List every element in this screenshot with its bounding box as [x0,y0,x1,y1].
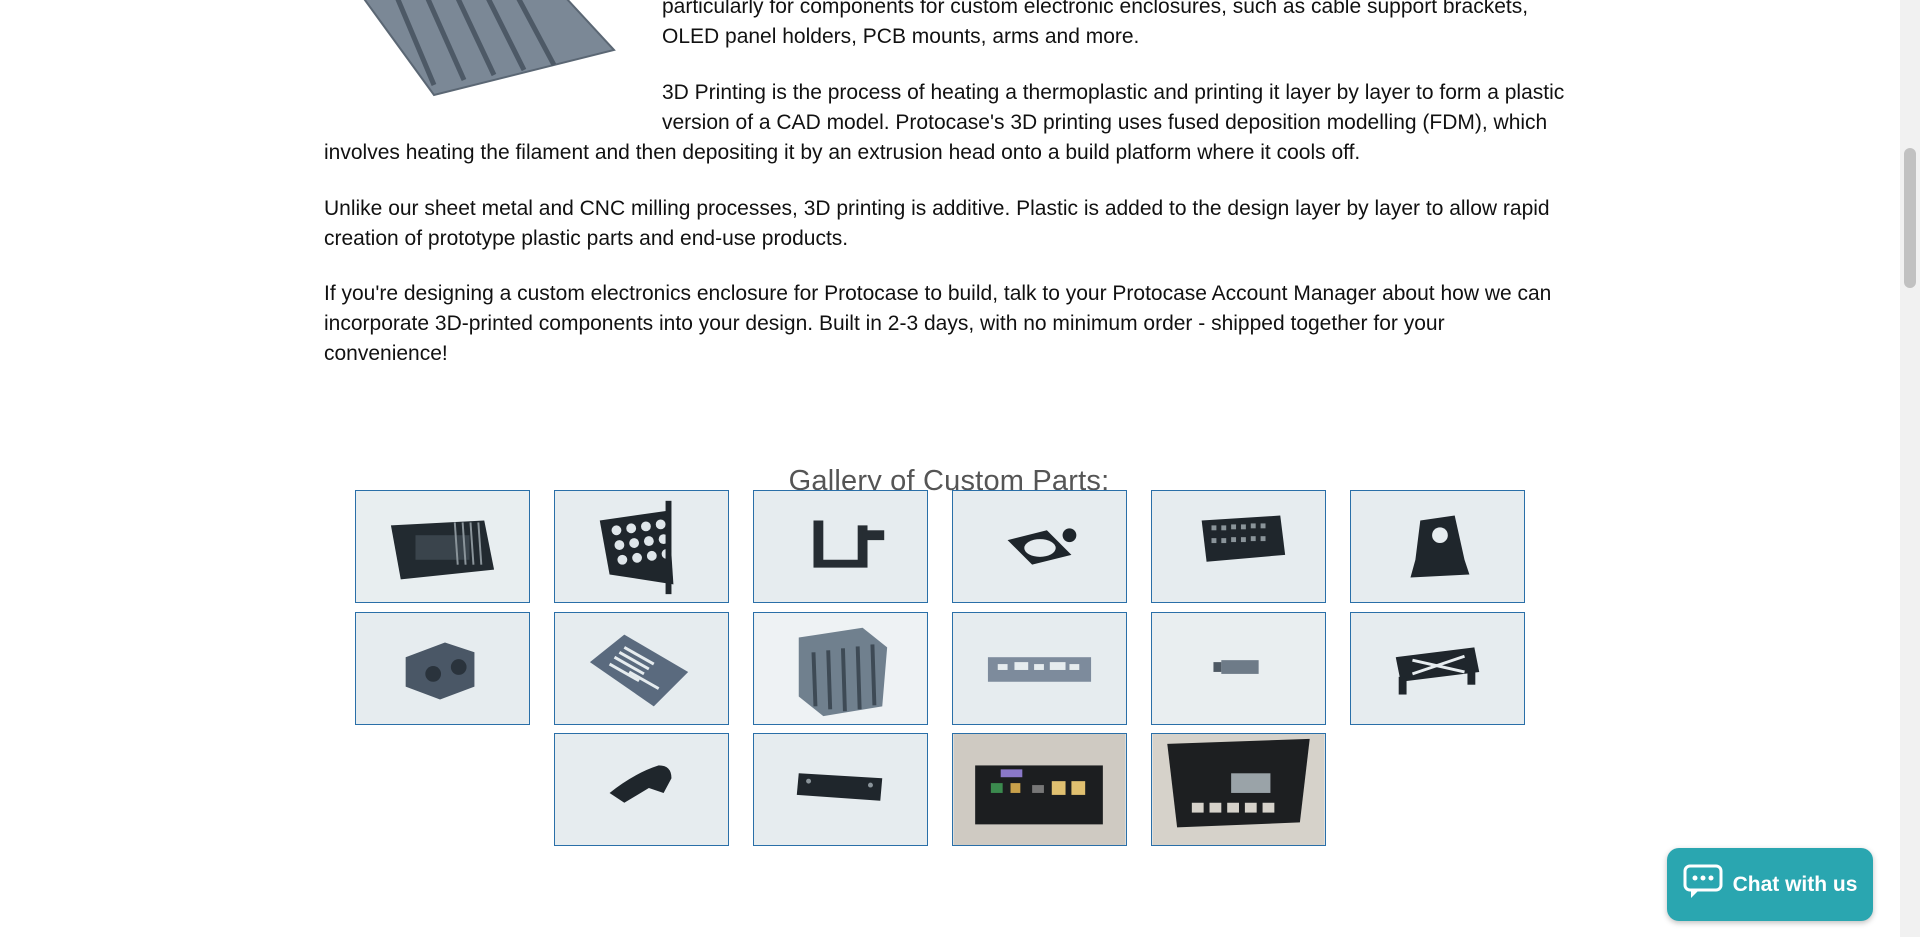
gallery-thumb-hex-panel[interactable] [554,490,729,603]
gallery-thumb-io-shield[interactable] [952,612,1127,725]
gallery-thumb-tray[interactable] [355,490,530,603]
scrollbar-thumb[interactable] [1904,148,1916,288]
gallery-thumb-black-enclosure[interactable] [952,733,1127,846]
fdm-paragraph: 3D Printing is the process of heating a … [662,81,1565,134]
hero-3d-print-image [324,0,644,110]
gallery-thumb-grid-panel[interactable] [1151,490,1326,603]
gallery-thumb-flat-plate[interactable] [753,733,928,846]
gallery-thumb-small-rail[interactable] [1151,612,1326,725]
gallery-thumb-cable-holder[interactable] [355,612,530,725]
gallery-thumb-hook[interactable] [554,733,729,846]
enclosure-paragraph: If you're designing a custom electronics… [324,282,1552,365]
chat-bubble-icon [1683,864,1723,906]
gallery-thumb-angle-bracket[interactable] [1350,490,1525,603]
fdm-paragraph-continued: involves heating the filament and then d… [324,141,1361,164]
gallery-thumb-x-bracket[interactable] [1350,612,1525,725]
chat-with-us-button[interactable]: Chat with us [1667,848,1873,921]
additive-paragraph: Unlike our sheet metal and CNC milling p… [324,197,1550,250]
gallery-thumb-cube-lattice[interactable] [753,612,928,725]
gallery-thumb-clip[interactable] [753,490,928,603]
intro-paragraph: particularly for components for custom e… [662,0,1529,48]
page-scrollbar[interactable] [1900,0,1920,937]
gallery-thumb-ring-mount[interactable] [952,490,1127,603]
gallery-thumb-open-tray[interactable] [1151,733,1326,846]
gallery-thumb-slotted-plate[interactable] [554,612,729,725]
chat-label: Chat with us [1732,872,1858,896]
